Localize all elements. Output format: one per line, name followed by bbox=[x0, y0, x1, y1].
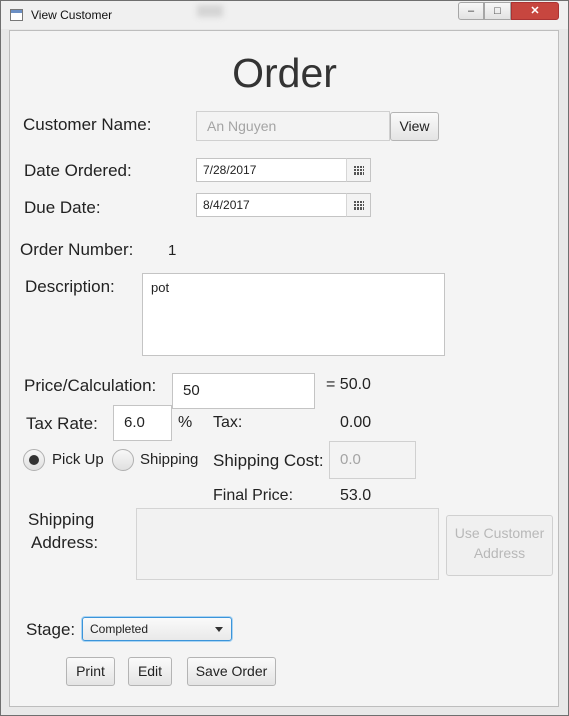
use-customer-address-line1: Use Customer bbox=[454, 525, 545, 541]
pick-up-radio[interactable] bbox=[23, 449, 45, 471]
date-ordered-field[interactable]: 7/28/2017 bbox=[196, 158, 347, 182]
date-ordered-calendar-button[interactable] bbox=[346, 158, 371, 182]
view-customer-window: View Customer – □ ✕ bbox=[0, 0, 569, 716]
tax-rate-label: Tax Rate: bbox=[26, 414, 98, 433]
shipping-address-textarea[interactable] bbox=[136, 508, 439, 580]
minimize-button[interactable]: – bbox=[458, 2, 484, 20]
shipping-cost-label: Shipping Cost: bbox=[213, 451, 324, 470]
stage-label: Stage: bbox=[26, 620, 76, 639]
due-date-label: Due Date: bbox=[24, 198, 101, 217]
shipping-label[interactable]: Shipping bbox=[140, 451, 198, 468]
tax-rate-unit: % bbox=[178, 414, 193, 431]
pick-up-label[interactable]: Pick Up bbox=[52, 451, 104, 468]
use-customer-address-line2: Address bbox=[473, 545, 526, 561]
order-number-value: 1 bbox=[168, 242, 177, 259]
title-bar[interactable]: View Customer – □ ✕ bbox=[1, 1, 568, 29]
tax-rate-field[interactable]: 6.0 bbox=[113, 405, 172, 441]
description-label: Description: bbox=[25, 277, 115, 296]
final-price-label: Final Price: bbox=[213, 487, 294, 504]
stage-select[interactable]: Completed bbox=[82, 617, 232, 641]
date-ordered-label: Date Ordered: bbox=[24, 161, 132, 180]
edit-button[interactable]: Edit bbox=[128, 657, 172, 686]
due-date-field[interactable]: 8/4/2017 bbox=[196, 193, 347, 217]
calendar-icon bbox=[354, 166, 364, 175]
tax-label: Tax: bbox=[213, 414, 243, 431]
save-order-button[interactable]: Save Order bbox=[187, 657, 276, 686]
close-button[interactable]: ✕ bbox=[511, 2, 559, 20]
calendar-icon bbox=[354, 201, 364, 210]
customer-name-label: Customer Name: bbox=[23, 115, 152, 134]
stage-select-value: Completed bbox=[90, 622, 149, 636]
page-title: Order bbox=[232, 50, 337, 96]
customer-name-field[interactable]: An Nguyen bbox=[196, 111, 390, 141]
shipping-address-label-line2: Address: bbox=[31, 533, 99, 552]
use-customer-address-button[interactable]: Use Customer Address bbox=[446, 515, 553, 576]
order-number-label: Order Number: bbox=[20, 240, 134, 259]
price-calculation-label: Price/Calculation: bbox=[24, 376, 157, 395]
chevron-down-icon bbox=[215, 627, 223, 632]
price-calculation-field[interactable]: 50 bbox=[172, 373, 315, 409]
price-result: = 50.0 bbox=[326, 376, 371, 393]
shipping-address-label-line1: Shipping bbox=[28, 510, 95, 529]
app-icon bbox=[10, 9, 23, 21]
due-date-calendar-button[interactable] bbox=[346, 193, 371, 217]
blurred-title-text bbox=[197, 5, 223, 17]
print-button[interactable]: Print bbox=[66, 657, 115, 686]
tax-value: 0.00 bbox=[340, 414, 372, 431]
description-textarea[interactable]: pot bbox=[142, 273, 445, 356]
view-customer-button[interactable]: View bbox=[390, 112, 439, 141]
final-price-value: 53.0 bbox=[340, 487, 372, 504]
window-title: View Customer bbox=[31, 8, 113, 22]
shipping-cost-field[interactable]: 0.0 bbox=[329, 441, 416, 479]
maximize-button[interactable]: □ bbox=[484, 2, 511, 20]
shipping-radio[interactable] bbox=[112, 449, 134, 471]
